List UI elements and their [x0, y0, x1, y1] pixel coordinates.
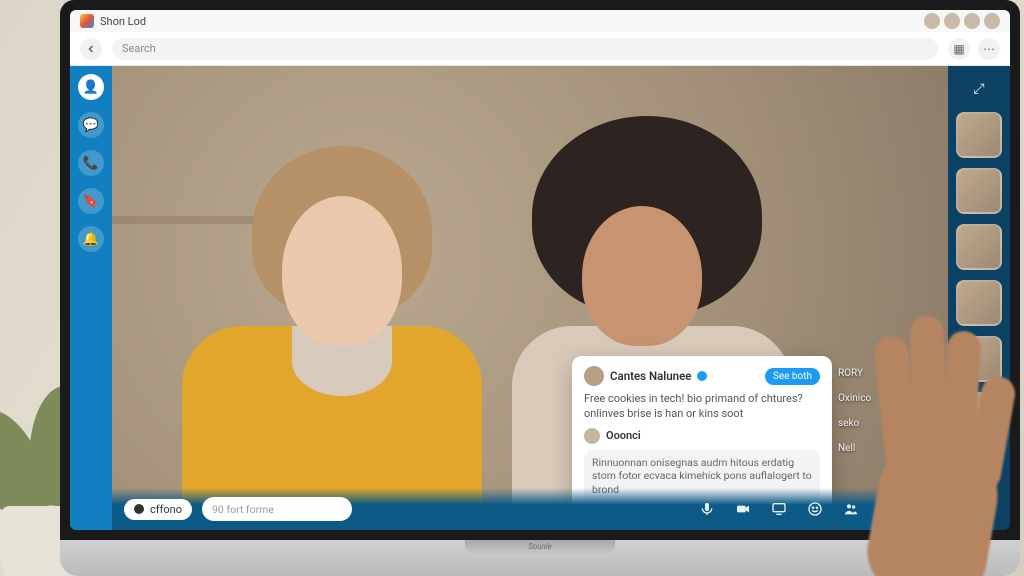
window-titlebar: Shon Lod: [70, 10, 1010, 32]
window-title: Shon Lod: [100, 15, 146, 28]
participants-rail: ⤢: [948, 66, 1010, 530]
side-item: Nell: [838, 443, 855, 454]
call-bottom-bar: cffono 90 fort forme: [112, 488, 948, 530]
app-window: Shon Lod Search ▦ ⋯: [70, 10, 1010, 530]
search-placeholder: Search: [122, 42, 156, 55]
sidebar-bell-icon[interactable]: 🔔: [78, 226, 104, 252]
participant-thumbnail[interactable]: [956, 336, 1002, 382]
screen-share-icon[interactable]: [766, 496, 792, 522]
camera-icon[interactable]: [730, 496, 756, 522]
chat-reply-row[interactable]: Ooonci: [584, 428, 820, 444]
participant-thumbnail[interactable]: [956, 168, 1002, 214]
grid-icon[interactable]: ▦: [948, 38, 970, 60]
top-toolbar: Search ▦ ⋯: [70, 32, 1010, 66]
back-button[interactable]: [80, 38, 102, 60]
sidebar-bookmark-icon[interactable]: 🔖: [78, 188, 104, 214]
expand-icon[interactable]: ⤢: [966, 76, 992, 102]
participant-thumbnail[interactable]: [956, 392, 1002, 438]
participants-icon[interactable]: [838, 496, 864, 522]
end-call-icon[interactable]: [910, 496, 936, 522]
emoji-icon[interactable]: [802, 496, 828, 522]
left-sidebar: 👤 💬 📞 🔖 🔔: [70, 66, 112, 530]
avatar: [584, 366, 604, 386]
avatar: [584, 428, 600, 444]
sidebar-phone-icon[interactable]: 📞: [78, 150, 104, 176]
side-item: seko: [838, 418, 859, 429]
chat-author: Cantes Nalunee: [610, 369, 691, 383]
video-call-canvas: Cantes Nalunee See both Free cookies in …: [112, 66, 948, 530]
verified-badge-icon: [697, 371, 707, 381]
presence-avatars: [924, 13, 1000, 29]
record-dot-icon: [134, 504, 144, 514]
laptop-hinge: Sounle: [60, 540, 1020, 576]
chat-side-list: RORY Oxinico seko Nell: [838, 368, 894, 454]
sidebar-user-icon[interactable]: 👤: [78, 74, 104, 100]
mic-icon[interactable]: [694, 496, 720, 522]
participant-thumbnail[interactable]: [956, 224, 1002, 270]
settings-icon[interactable]: [874, 496, 900, 522]
avatar[interactable]: [944, 13, 960, 29]
search-input[interactable]: Search: [112, 38, 938, 60]
more-icon[interactable]: ⋯: [978, 38, 1000, 60]
laptop-frame: Shon Lod Search ▦ ⋯: [60, 0, 1020, 576]
call-timer: cffono: [124, 499, 192, 520]
side-item: RORY: [838, 368, 863, 379]
sidebar-chat-icon[interactable]: 💬: [78, 112, 104, 138]
avatar[interactable]: [984, 13, 1000, 29]
avatar[interactable]: [924, 13, 940, 29]
avatar[interactable]: [964, 13, 980, 29]
participant-thumbnail[interactable]: [956, 280, 1002, 326]
side-item: Oxinico: [838, 393, 871, 404]
message-input[interactable]: 90 fort forme: [202, 497, 352, 521]
laptop-brand: Sounle: [465, 540, 615, 554]
app-logo-icon: [80, 14, 94, 28]
chat-body-text: Free cookies in tech! bio primand of cht…: [584, 392, 820, 422]
participant-thumbnail[interactable]: [956, 112, 1002, 158]
follow-button[interactable]: See both: [765, 368, 820, 385]
